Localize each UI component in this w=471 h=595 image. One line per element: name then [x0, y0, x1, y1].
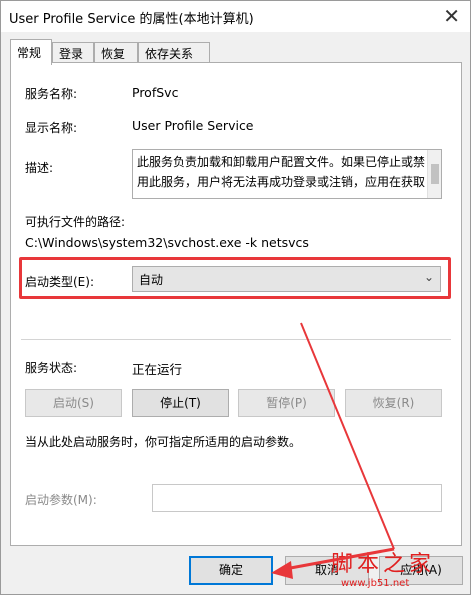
- window-title: User Profile Service 的属性(本地计算机): [9, 12, 254, 27]
- description-label: 描述:: [25, 161, 54, 175]
- service-name-label: 服务名称:: [25, 87, 78, 101]
- properties-window: User Profile Service 的属性(本地计算机) ✕ 常规 登录 …: [0, 0, 471, 595]
- watermark-logo: 脚本之家: [331, 552, 436, 577]
- params-input[interactable]: [152, 484, 442, 512]
- display-name-value: User Profile Service: [132, 118, 254, 133]
- description-line-1: 此服务负责加载和卸载用户配置文件。如果已停止或禁: [137, 155, 426, 169]
- exe-path-value: C:\Windows\system32\svchost.exe -k netsv…: [25, 235, 309, 250]
- watermark-url: www.jb51.net: [341, 578, 410, 589]
- description-scrollbar[interactable]: [427, 150, 441, 198]
- tab-general[interactable]: 常规: [10, 39, 52, 65]
- status-value: 正在运行: [132, 362, 183, 377]
- divider: [21, 339, 451, 340]
- tab-dependencies[interactable]: 依存关系: [138, 42, 210, 63]
- scrollbar-thumb[interactable]: [431, 164, 439, 184]
- status-label: 服务状态:: [25, 361, 78, 375]
- close-icon[interactable]: ✕: [443, 4, 460, 28]
- tab-logon[interactable]: 登录: [52, 42, 94, 63]
- display-name-label: 显示名称:: [25, 121, 78, 135]
- service-name-value: ProfSvc: [132, 85, 179, 100]
- tab-recovery[interactable]: 恢复: [94, 42, 138, 63]
- description-line-2: 用此服务，用户将无法再成功登录或注销，应用在获取: [137, 175, 426, 189]
- params-label: 启动参数(M):: [25, 493, 97, 507]
- params-hint: 当从此处启动服务时，你可指定所适用的启动参数。: [25, 435, 302, 449]
- resume-button[interactable]: 恢复(R): [345, 389, 442, 417]
- exe-path-label: 可执行文件的路径:: [25, 215, 126, 229]
- stop-button[interactable]: 停止(T): [132, 389, 229, 417]
- general-panel: 服务名称: ProfSvc 显示名称: User Profile Service…: [10, 62, 462, 546]
- ok-button[interactable]: 确定: [189, 556, 273, 585]
- start-button[interactable]: 启动(S): [25, 389, 122, 417]
- title-bar: User Profile Service 的属性(本地计算机) ✕: [1, 1, 470, 32]
- highlight-box: [19, 257, 451, 299]
- pause-button[interactable]: 暂停(P): [238, 389, 335, 417]
- description-box[interactable]: 此服务负责加载和卸载用户配置文件。如果已停止或禁 用此服务，用户将无法再成功登录…: [132, 149, 442, 199]
